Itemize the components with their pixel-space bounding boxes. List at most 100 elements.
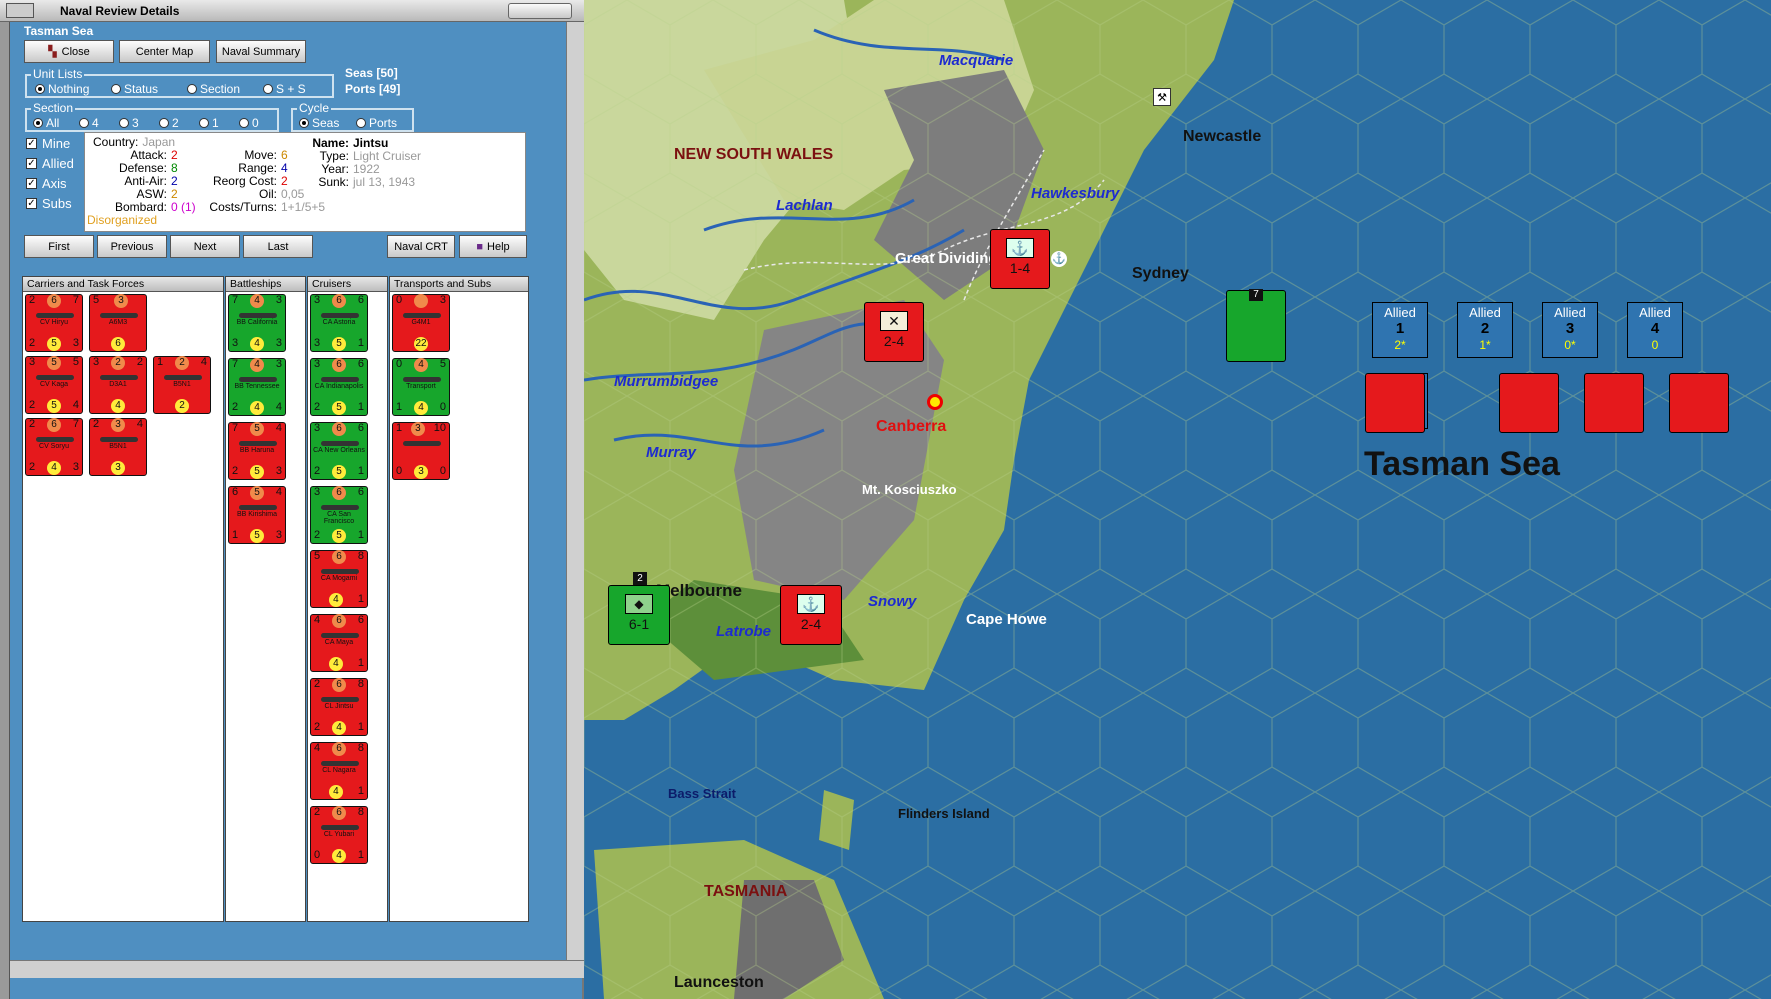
cruisers-unit[interactable]: 2 6 8 CL Jintsu 2 4 1: [310, 678, 368, 736]
radio-status[interactable]: Status: [111, 82, 158, 96]
radio-section[interactable]: Section: [187, 82, 240, 96]
carriers-unit[interactable]: 5 3 A6M3 6: [89, 294, 147, 352]
close-button[interactable]: ▚ Close: [24, 40, 114, 63]
cruisers-unit[interactable]: 4 6 6 CA Maya 4 1: [310, 614, 368, 672]
radio-nothing[interactable]: Nothing: [35, 82, 89, 96]
battleships-header: Battleships: [226, 277, 305, 292]
battleships-unit[interactable]: 6 5 4 BB Kirishima 1 5 3: [228, 486, 286, 544]
label-mt-kosciuszko: Mt. Kosciuszko: [862, 482, 957, 497]
sea-box-allied-1[interactable]: Allied 1 2*: [1372, 302, 1428, 358]
radio-section-3[interactable]: 3: [119, 116, 139, 130]
sea-box-allied-3[interactable]: Allied 3 0*: [1542, 302, 1598, 358]
ship-silhouette-icon: [239, 377, 277, 382]
infantry-corps-counter[interactable]: ✕ 2-4: [864, 302, 924, 362]
transports-unit[interactable]: 1 3 10 0 3 0: [392, 422, 450, 480]
cruisers-unit[interactable]: 3 6 6 CA Astoria 3 5 1: [310, 294, 368, 352]
radio-section-0[interactable]: 0: [239, 116, 259, 130]
radio-section-2[interactable]: 2: [159, 116, 179, 130]
axis-d3a1-counter[interactable]: [1499, 373, 1559, 433]
ship-silhouette-icon: [164, 375, 202, 380]
window-titlebar[interactable]: Naval Review Details: [0, 0, 584, 22]
river-snowy: Snowy: [868, 593, 917, 610]
factory-icon: ⚒: [1153, 88, 1171, 106]
center-map-button[interactable]: Center Map: [119, 40, 210, 63]
sea-box-allied-4[interactable]: Allied 4 0: [1627, 302, 1683, 358]
filter-allied[interactable]: ✓ Allied: [26, 156, 74, 171]
ship-silhouette-icon: [321, 441, 359, 446]
axis-cruiser-counter[interactable]: [1365, 373, 1425, 433]
ship-silhouette-icon: [321, 505, 359, 510]
transports-unit[interactable]: 0 4 5 Transport 1 4 0: [392, 358, 450, 416]
allied-battleship-counter[interactable]: 7: [1226, 289, 1286, 362]
ship-silhouette-icon: [100, 437, 138, 442]
ship-silhouette-icon: [321, 633, 359, 638]
window-close-icon[interactable]: [508, 3, 572, 19]
carriers-unit[interactable]: 1 2 4 B5N1 2: [153, 356, 211, 414]
ship-silhouette-icon: [100, 313, 138, 318]
sea-box-allied-2[interactable]: Allied 2 1*: [1457, 302, 1513, 358]
stack-count-badge: 2: [633, 572, 647, 585]
battleships-unit[interactable]: 7 4 3 BB Tennessee 2 4 4: [228, 358, 286, 416]
allied-army-counter[interactable]: 2 ◆ 6-1: [608, 572, 670, 645]
city-sydney: Sydney: [1132, 265, 1189, 282]
naval-summary-button[interactable]: Naval Summary: [216, 40, 306, 63]
river-hawkesbury: Hawkesbury: [1031, 185, 1120, 202]
radio-cycle-seas[interactable]: Seas: [299, 116, 339, 130]
transports-header: Transports and Subs: [390, 277, 528, 292]
window-menu-icon[interactable]: [6, 3, 34, 18]
previous-button[interactable]: Previous: [97, 235, 167, 258]
naval-crt-button[interactable]: Naval CRT: [387, 235, 455, 258]
radio-cycle-ports[interactable]: Ports: [356, 116, 397, 130]
last-button[interactable]: Last: [243, 235, 313, 258]
game-map[interactable]: NEW SOUTH WALES TASMANIA Macquarie Lachl…: [584, 0, 1771, 999]
cruisers-unit[interactable]: 4 6 8 CL Nagara 4 1: [310, 742, 368, 800]
vertical-scrollbar[interactable]: [566, 22, 584, 962]
battleships-unit[interactable]: 7 5 4 BB Haruna 2 5 3: [228, 422, 286, 480]
cruisers-unit[interactable]: 3 6 6 CA Indianapolis 2 5 1: [310, 358, 368, 416]
marine-corps-counter-2[interactable]: ⚓ 2-4: [780, 585, 842, 645]
city-canberra: Canberra: [876, 418, 947, 435]
next-button[interactable]: Next: [170, 235, 240, 258]
unit-lists-legend: Unit Lists: [31, 67, 85, 81]
radio-section-4[interactable]: 4: [79, 116, 99, 130]
status-disorganized: Disorganized: [87, 213, 158, 227]
cruisers-unit[interactable]: 2 6 8 CL Yubari 0 4 1: [310, 806, 368, 864]
ship-silhouette-icon: [403, 377, 441, 382]
horizontal-scrollbar[interactable]: [10, 960, 584, 978]
carriers-unit[interactable]: 2 6 7 CV Hiryu 2 5 3: [25, 294, 83, 352]
first-button[interactable]: First: [24, 235, 94, 258]
region-new-south-wales: NEW SOUTH WALES: [674, 146, 834, 163]
ship-silhouette-icon: [36, 375, 74, 380]
radio-s-plus-s[interactable]: S + S: [263, 82, 306, 96]
carriers-header: Carriers and Task Forces: [23, 277, 223, 292]
cruisers-header: Cruisers: [308, 277, 387, 292]
radio-section-all[interactable]: All: [33, 116, 59, 130]
help-button[interactable]: ■ Help: [459, 235, 527, 258]
label-bass-strait: Bass Strait: [668, 786, 736, 801]
cruisers-unit[interactable]: 3 6 6 CA San Francisco 2 5 1: [310, 486, 368, 544]
port-anchor-icon: ⚓: [1051, 251, 1067, 267]
label-flinders-island: Flinders Island: [898, 806, 990, 821]
radio-section-1[interactable]: 1: [199, 116, 219, 130]
cruisers-unit[interactable]: 3 6 6 CA New Orleans 2 5 1: [310, 422, 368, 480]
filter-subs[interactable]: ✓ Subs: [26, 196, 72, 211]
ship-silhouette-icon: [403, 441, 441, 446]
cruisers-column: Cruisers 3 6 6 CA Astoria 3 5 1 3 6 6 CA Indianapo…: [307, 276, 388, 922]
infantry-icon: ✕: [880, 311, 908, 331]
carriers-column: Carriers and Task Forces 2 6 7 CV Hiryu 2 5 3 5…: [22, 276, 224, 922]
marine-corps-counter[interactable]: ⚓ 1-4: [990, 229, 1050, 289]
filter-mine[interactable]: ✓ Mine: [26, 136, 70, 151]
carriers-unit[interactable]: 3 2 2 D3A1 4: [89, 356, 147, 414]
cruisers-unit[interactable]: 5 6 8 CA Mogami 4 1: [310, 550, 368, 608]
carriers-unit[interactable]: 2 3 4 B5N1 3: [89, 418, 147, 476]
carriers-unit[interactable]: 2 6 7 CV Soryu 2 4 3: [25, 418, 83, 476]
axis-a6m3-counter[interactable]: [1584, 373, 1644, 433]
river-lachlan: Lachlan: [776, 197, 833, 214]
filter-axis[interactable]: ✓ Axis: [26, 176, 67, 191]
carriers-unit[interactable]: 3 5 5 CV Kaga 2 5 4: [25, 356, 83, 414]
battleships-unit[interactable]: 7 4 3 BB California 3 4 3: [228, 294, 286, 352]
section-group: Section All 4 3 2 1 0: [25, 101, 279, 132]
axis-g4m1-counter[interactable]: [1669, 373, 1729, 433]
transports-unit[interactable]: 0 3 G4M1 22: [392, 294, 450, 352]
anchor-icon: ⚓: [797, 594, 825, 614]
